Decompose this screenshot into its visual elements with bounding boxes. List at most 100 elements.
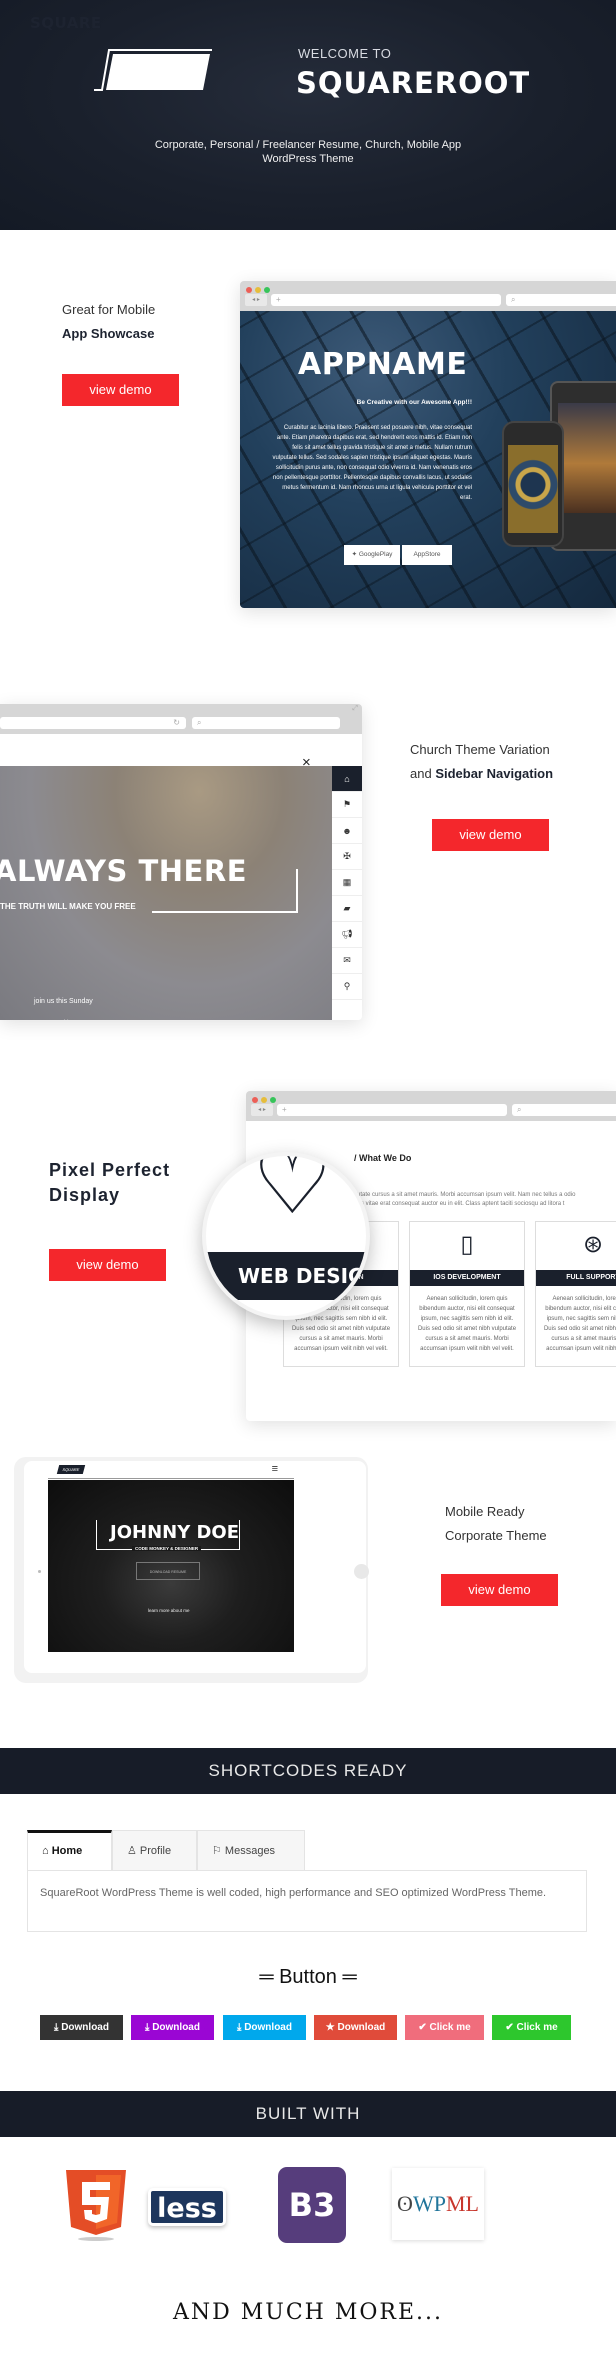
bootstrap-logo: B3 xyxy=(278,2167,346,2243)
download-button[interactable]: ⤓ Download xyxy=(40,2015,123,2040)
map-marker-icon[interactable]: ⚲ xyxy=(332,974,362,1000)
flag-icon: ⚐ xyxy=(212,1845,225,1857)
site-logo: SQUARE xyxy=(56,1465,86,1474)
heart-icon: ♡ xyxy=(252,1152,333,1233)
life-ring-icon: ⊛ xyxy=(582,1231,604,1258)
tab-label: Messages xyxy=(224,1845,276,1857)
church-feature-text: Church Theme Variation and Sidebar Navig… xyxy=(410,738,553,786)
book-icon[interactable]: ▰ xyxy=(332,896,362,922)
service-card-title: IOS DEVELOPMENT xyxy=(410,1270,524,1286)
logo-text: SQUARE xyxy=(30,14,102,32)
wpml-logo: ʘWPML xyxy=(392,2168,484,2240)
search-bar: ⌕ xyxy=(192,717,340,729)
shortcodes-section-title: SHORTCODES READY xyxy=(0,1748,616,1794)
church-feature-prefix: and xyxy=(410,766,436,781)
intro-line-2: mauris vitae erat consequat auctor eu in… xyxy=(346,1201,565,1207)
tablet-screen: SQUARE ≡ JOHNNY DOE CODE MONKEY & DESIGN… xyxy=(48,1462,294,1652)
app-store-label: AppStore xyxy=(413,551,441,558)
users-icon[interactable]: ☻ xyxy=(332,818,362,844)
hero-banner: SQUARE WELCOME TO SQUAREROOT Corporate, … xyxy=(0,0,616,230)
app-view-demo-button[interactable]: view demo xyxy=(62,374,179,406)
address-bar: + xyxy=(277,1104,507,1116)
service-card: ⊛ FULL SUPPORT Aenean sollicitudin, lore… xyxy=(535,1221,616,1367)
church-hero-image: ALWAYS THERE THE TRUTH WILL MAKE YOU FRE… xyxy=(0,766,332,1020)
tagline-line-1: Corporate, Personal / Freelancer Resume,… xyxy=(154,139,462,151)
bullhorn-icon[interactable]: 📢︎ xyxy=(332,922,362,948)
service-card: ▯ IOS DEVELOPMENT Aenean sollicitudin, l… xyxy=(409,1221,525,1367)
envelope-icon[interactable]: ✉ xyxy=(332,948,362,974)
google-play-label: GooglePlay xyxy=(358,551,393,558)
gift-icon[interactable]: ✠ xyxy=(332,844,362,870)
html5-logo xyxy=(66,2170,126,2241)
church-view-demo-button[interactable]: view demo xyxy=(432,819,549,851)
tagline: Corporate, Personal / Freelancer Resume,… xyxy=(0,138,616,166)
intro-paragraph: vulputate cursus a sit amet mauris. Morb… xyxy=(346,1191,606,1209)
home-icon[interactable]: ⌂ xyxy=(332,766,362,792)
button-label: Download xyxy=(152,2022,200,2033)
hamburger-menu-icon[interactable]: ≡ xyxy=(272,1463,278,1475)
back-forward-icon: ◂ ▸ xyxy=(251,1104,273,1116)
button-label: Download xyxy=(61,2022,109,2033)
tablet-site-header: SQUARE ≡ xyxy=(48,1462,294,1479)
welcome-label: WELCOME TO xyxy=(298,46,392,61)
church-feature-bold: Sidebar Navigation xyxy=(435,766,554,781)
mobile-view-demo-button[interactable]: view demo xyxy=(441,1574,558,1606)
what-we-do-label: What We Do xyxy=(359,1153,412,1163)
page: SQUARE WELCOME TO SQUAREROOT Corporate, … xyxy=(0,0,616,2376)
back-forward-icon: ◂ ▸ xyxy=(245,294,267,306)
service-card-body: Aenean sollicitudin, lorem quis bibendum… xyxy=(417,1296,517,1352)
google-play-button[interactable]: ✦ GooglePlay xyxy=(344,545,400,565)
download-button[interactable]: ⤓ Download xyxy=(223,2015,306,2040)
person-name: JOHNNY DOE xyxy=(110,1522,240,1543)
church-title: ALWAYS THERE xyxy=(0,854,248,888)
app-browser-mockup: ◂ ▸ + ⌕ APPNAME Be Creative with our Awe… xyxy=(240,281,616,608)
portrait-hero: JOHNNY DOE CODE MONKEY & DESIGNER DOWNLO… xyxy=(48,1480,294,1652)
app-feature-text: Great for Mobile App Showcase xyxy=(62,298,155,346)
tab-profile[interactable]: ♙ Profile xyxy=(112,1830,197,1870)
browser-chrome: ◂ ▸ + ⌕ xyxy=(246,1091,616,1121)
click-me-button[interactable]: ✔ Click me xyxy=(492,2015,571,2040)
join-us-text: join us this Sunday xyxy=(34,998,93,1005)
browser-chrome: ↻ ⌕ ⤢ xyxy=(0,704,362,734)
learn-more-link[interactable]: learn more about me xyxy=(148,1608,190,1613)
tab-home[interactable]: ⌂ Home xyxy=(27,1830,112,1870)
mobile-feature-text: Mobile Ready Corporate Theme xyxy=(445,1500,547,1548)
tab-panel: SquareRoot WordPress Theme is well coded… xyxy=(27,1870,587,1932)
browser-chrome: ◂ ▸ + ⌕ xyxy=(240,281,616,311)
check-icon: ✔ xyxy=(418,2022,430,2033)
mobile-feature-line-1: Mobile Ready xyxy=(445,1504,525,1519)
button-label: Download xyxy=(337,2022,386,2033)
tablet-camera xyxy=(38,1570,41,1573)
download-resume-button[interactable]: DOWNLOAD RESUME xyxy=(136,1562,200,1580)
church-feature-line-2: and Sidebar Navigation xyxy=(410,762,553,786)
church-browser-mockup: ↻ ⌕ ⤢ × ALWAYS THERE THE TRUTH WILL MAKE… xyxy=(0,704,362,1020)
download-button[interactable]: ★ Download xyxy=(314,2015,397,2040)
address-bar: ↻ xyxy=(0,717,186,729)
search-bar: ⌕ xyxy=(512,1104,616,1116)
pixel-feature-line-1: Pixel Perfect xyxy=(49,1160,171,1180)
tab-label: Home xyxy=(51,1845,83,1857)
church-subtitle: THE TRUTH WILL MAKE YOU FREE xyxy=(0,902,136,911)
chevron-down-icon[interactable]: ⌄ xyxy=(62,1014,70,1020)
service-card-body: Aenean sollicitudin, lorem quis bibendum… xyxy=(543,1296,616,1352)
pixel-view-demo-button[interactable]: view demo xyxy=(49,1249,166,1281)
tagline-line-2: WordPress Theme xyxy=(262,153,354,165)
logo xyxy=(94,49,212,91)
app-store-button[interactable]: AppStore xyxy=(402,545,452,565)
calendar-icon[interactable]: ▦ xyxy=(332,870,362,896)
search-bar: ⌕ xyxy=(506,294,616,306)
flag-icon[interactable]: ⚑ xyxy=(332,792,362,818)
button-section-heading: ═ Button ═ xyxy=(259,1966,357,1988)
maximize-dot-icon xyxy=(270,1097,276,1103)
tab-messages[interactable]: ⚐ Messages xyxy=(197,1830,305,1870)
app-description: Curabitur ac lacinia libero. Praesent se… xyxy=(272,425,472,501)
church-feature-line-1: Church Theme Variation xyxy=(410,742,550,757)
mobile-feature-line-2: Corporate Theme xyxy=(445,1528,547,1543)
sidebar-navigation: ⌂ ⚑ ☻ ✠ ▦ ▰ 📢︎ ✉ ⚲ xyxy=(332,766,362,1020)
less-logo: less xyxy=(148,2188,226,2226)
download-button[interactable]: ⤓ Download xyxy=(131,2015,214,2040)
minimize-dot-icon xyxy=(255,287,261,293)
click-me-button[interactable]: ✔ Click me xyxy=(405,2015,484,2040)
user-icon: ♙ xyxy=(127,1845,140,1857)
close-dot-icon xyxy=(246,287,252,293)
